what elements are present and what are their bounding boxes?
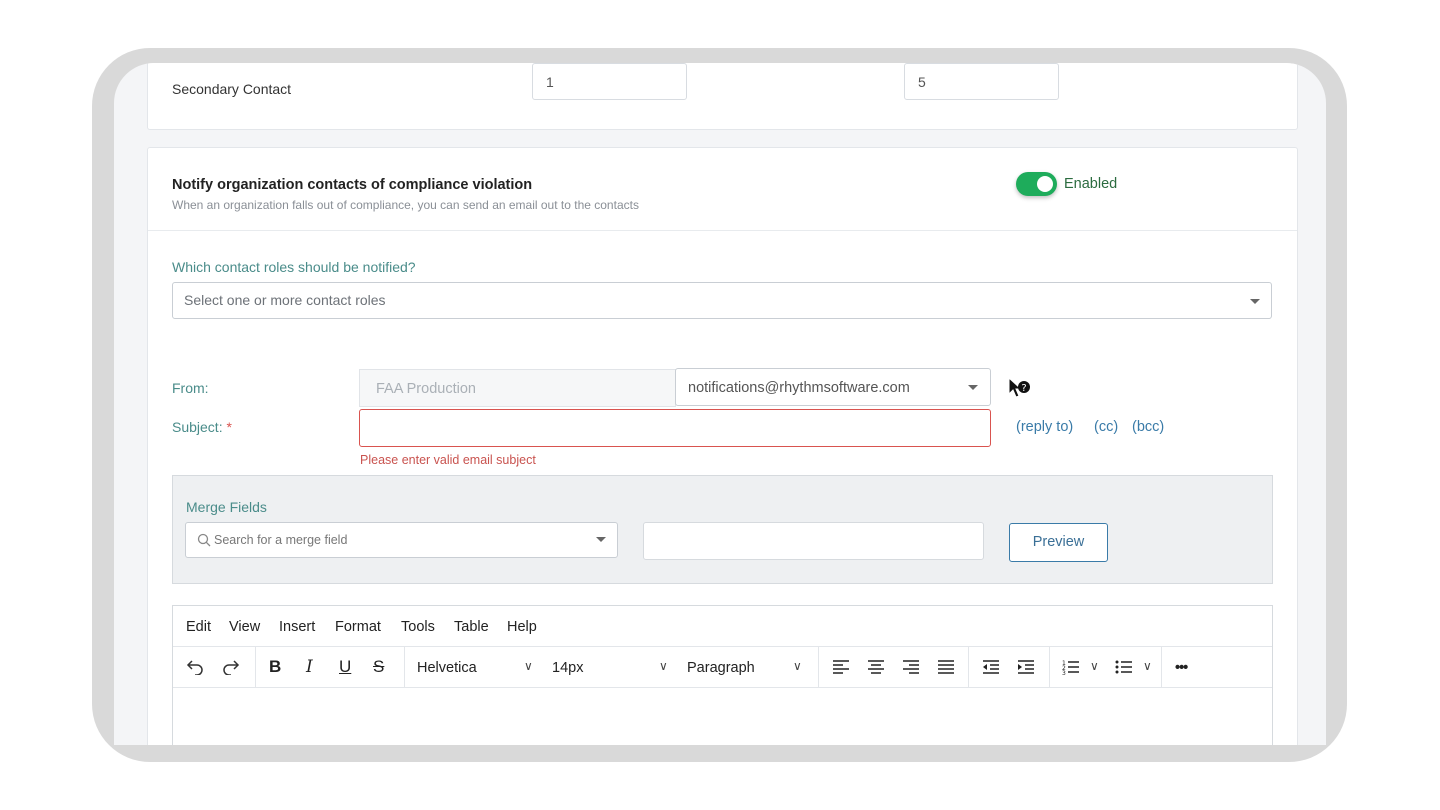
required-marker: *	[226, 419, 232, 435]
merge-fields-label: Merge Fields	[186, 499, 267, 515]
menu-format[interactable]: Format	[335, 619, 381, 635]
italic-icon[interactable]: I	[306, 657, 313, 677]
chevron-down-icon	[596, 537, 606, 542]
chevron-down-icon: ∨	[793, 659, 802, 673]
toolbar-separator	[404, 647, 405, 688]
app-screen: Secondary Contact 1 5 Notify organizatio…	[114, 63, 1326, 745]
subject-error: Please enter valid email subject	[360, 453, 536, 467]
from-label: From:	[172, 380, 209, 396]
chevron-down-icon: ∨	[524, 659, 533, 673]
section-title: Notify organization contacts of complian…	[172, 177, 533, 193]
merge-field-search[interactable]: Search for a merge field	[185, 522, 618, 558]
redo-icon[interactable]	[222, 659, 240, 675]
chevron-down-icon	[968, 385, 978, 390]
editor-menubar: Edit View Insert Format Tools Table Help	[173, 606, 1272, 647]
toolbar-separator	[255, 647, 256, 688]
secondary-contact-max-input[interactable]: 5	[904, 63, 1059, 100]
secondary-contact-card	[147, 63, 1298, 130]
subject-label-text: Subject:	[172, 419, 223, 435]
undo-icon[interactable]	[186, 659, 204, 675]
bold-icon[interactable]: B	[269, 657, 281, 677]
menu-help[interactable]: Help	[507, 619, 537, 635]
align-justify-icon[interactable]	[937, 660, 955, 674]
subject-input[interactable]	[359, 409, 991, 447]
search-icon	[197, 533, 211, 547]
outdent-icon[interactable]	[982, 660, 1000, 674]
from-name-field: FAA Production	[359, 369, 676, 407]
editor-body[interactable]	[173, 688, 1272, 745]
align-center-icon[interactable]	[867, 660, 885, 674]
align-left-icon[interactable]	[832, 660, 850, 674]
section-divider	[148, 230, 1297, 231]
menu-view[interactable]: View	[229, 619, 260, 635]
svg-text:3: 3	[1062, 670, 1066, 675]
secondary-contact-min-input[interactable]: 1	[532, 63, 687, 100]
bullet-list-icon[interactable]	[1115, 659, 1133, 675]
merge-search-placeholder: Search for a merge field	[214, 533, 348, 547]
menu-table[interactable]: Table	[454, 619, 489, 635]
editor-toolbar: B I U S Helvetica ∨ 14px ∨ Paragraph ∨ 1…	[173, 647, 1272, 688]
from-address-select[interactable]: notifications@rhythmsoftware.com	[675, 368, 991, 406]
toolbar-separator	[1161, 647, 1162, 688]
strikethrough-icon[interactable]: S	[373, 657, 384, 677]
secondary-contact-label: Secondary Contact	[172, 81, 292, 97]
menu-edit[interactable]: Edit	[186, 619, 211, 635]
underline-icon[interactable]: U	[339, 657, 351, 677]
subject-label: Subject: *	[172, 419, 232, 435]
toolbar-separator	[968, 647, 969, 688]
roles-placeholder: Select one or more contact roles	[184, 292, 386, 308]
enabled-toggle[interactable]	[1016, 172, 1057, 196]
toolbar-separator	[818, 647, 819, 688]
menu-insert[interactable]: Insert	[279, 619, 315, 635]
chevron-down-icon[interactable]: ∨	[1143, 659, 1152, 673]
chevron-down-icon: ∨	[659, 659, 668, 673]
toolbar-separator	[1049, 647, 1050, 688]
contact-roles-select[interactable]: Select one or more contact roles	[172, 282, 1272, 319]
pointer-help-cursor-icon: ?	[1008, 377, 1030, 398]
bcc-link[interactable]: (bcc)	[1132, 419, 1164, 435]
toggle-label: Enabled	[1064, 176, 1118, 192]
align-right-icon[interactable]	[902, 660, 920, 674]
toggle-knob	[1037, 176, 1053, 192]
reply-to-link[interactable]: (reply to)	[1016, 419, 1073, 435]
chevron-down-icon	[1250, 299, 1260, 304]
block-format-select[interactable]: Paragraph	[687, 660, 755, 676]
chevron-down-icon[interactable]: ∨	[1090, 659, 1099, 673]
font-size-select[interactable]: 14px	[552, 660, 583, 676]
menu-tools[interactable]: Tools	[401, 619, 435, 635]
rich-text-editor: Edit View Insert Format Tools Table Help…	[172, 605, 1273, 745]
font-family-select[interactable]: Helvetica	[417, 660, 477, 676]
indent-icon[interactable]	[1017, 660, 1035, 674]
merge-field-output[interactable]	[643, 522, 984, 560]
from-address-value: notifications@rhythmsoftware.com	[688, 380, 910, 396]
section-subtitle: When an organization falls out of compli…	[172, 198, 639, 212]
preview-button[interactable]: Preview	[1009, 523, 1108, 562]
numbered-list-icon[interactable]: 1 2 3	[1062, 659, 1080, 675]
cc-link[interactable]: (cc)	[1094, 419, 1118, 435]
svg-text:?: ?	[1021, 383, 1026, 394]
roles-label: Which contact roles should be notified?	[172, 259, 416, 275]
more-options-icon[interactable]: •••	[1175, 660, 1188, 676]
